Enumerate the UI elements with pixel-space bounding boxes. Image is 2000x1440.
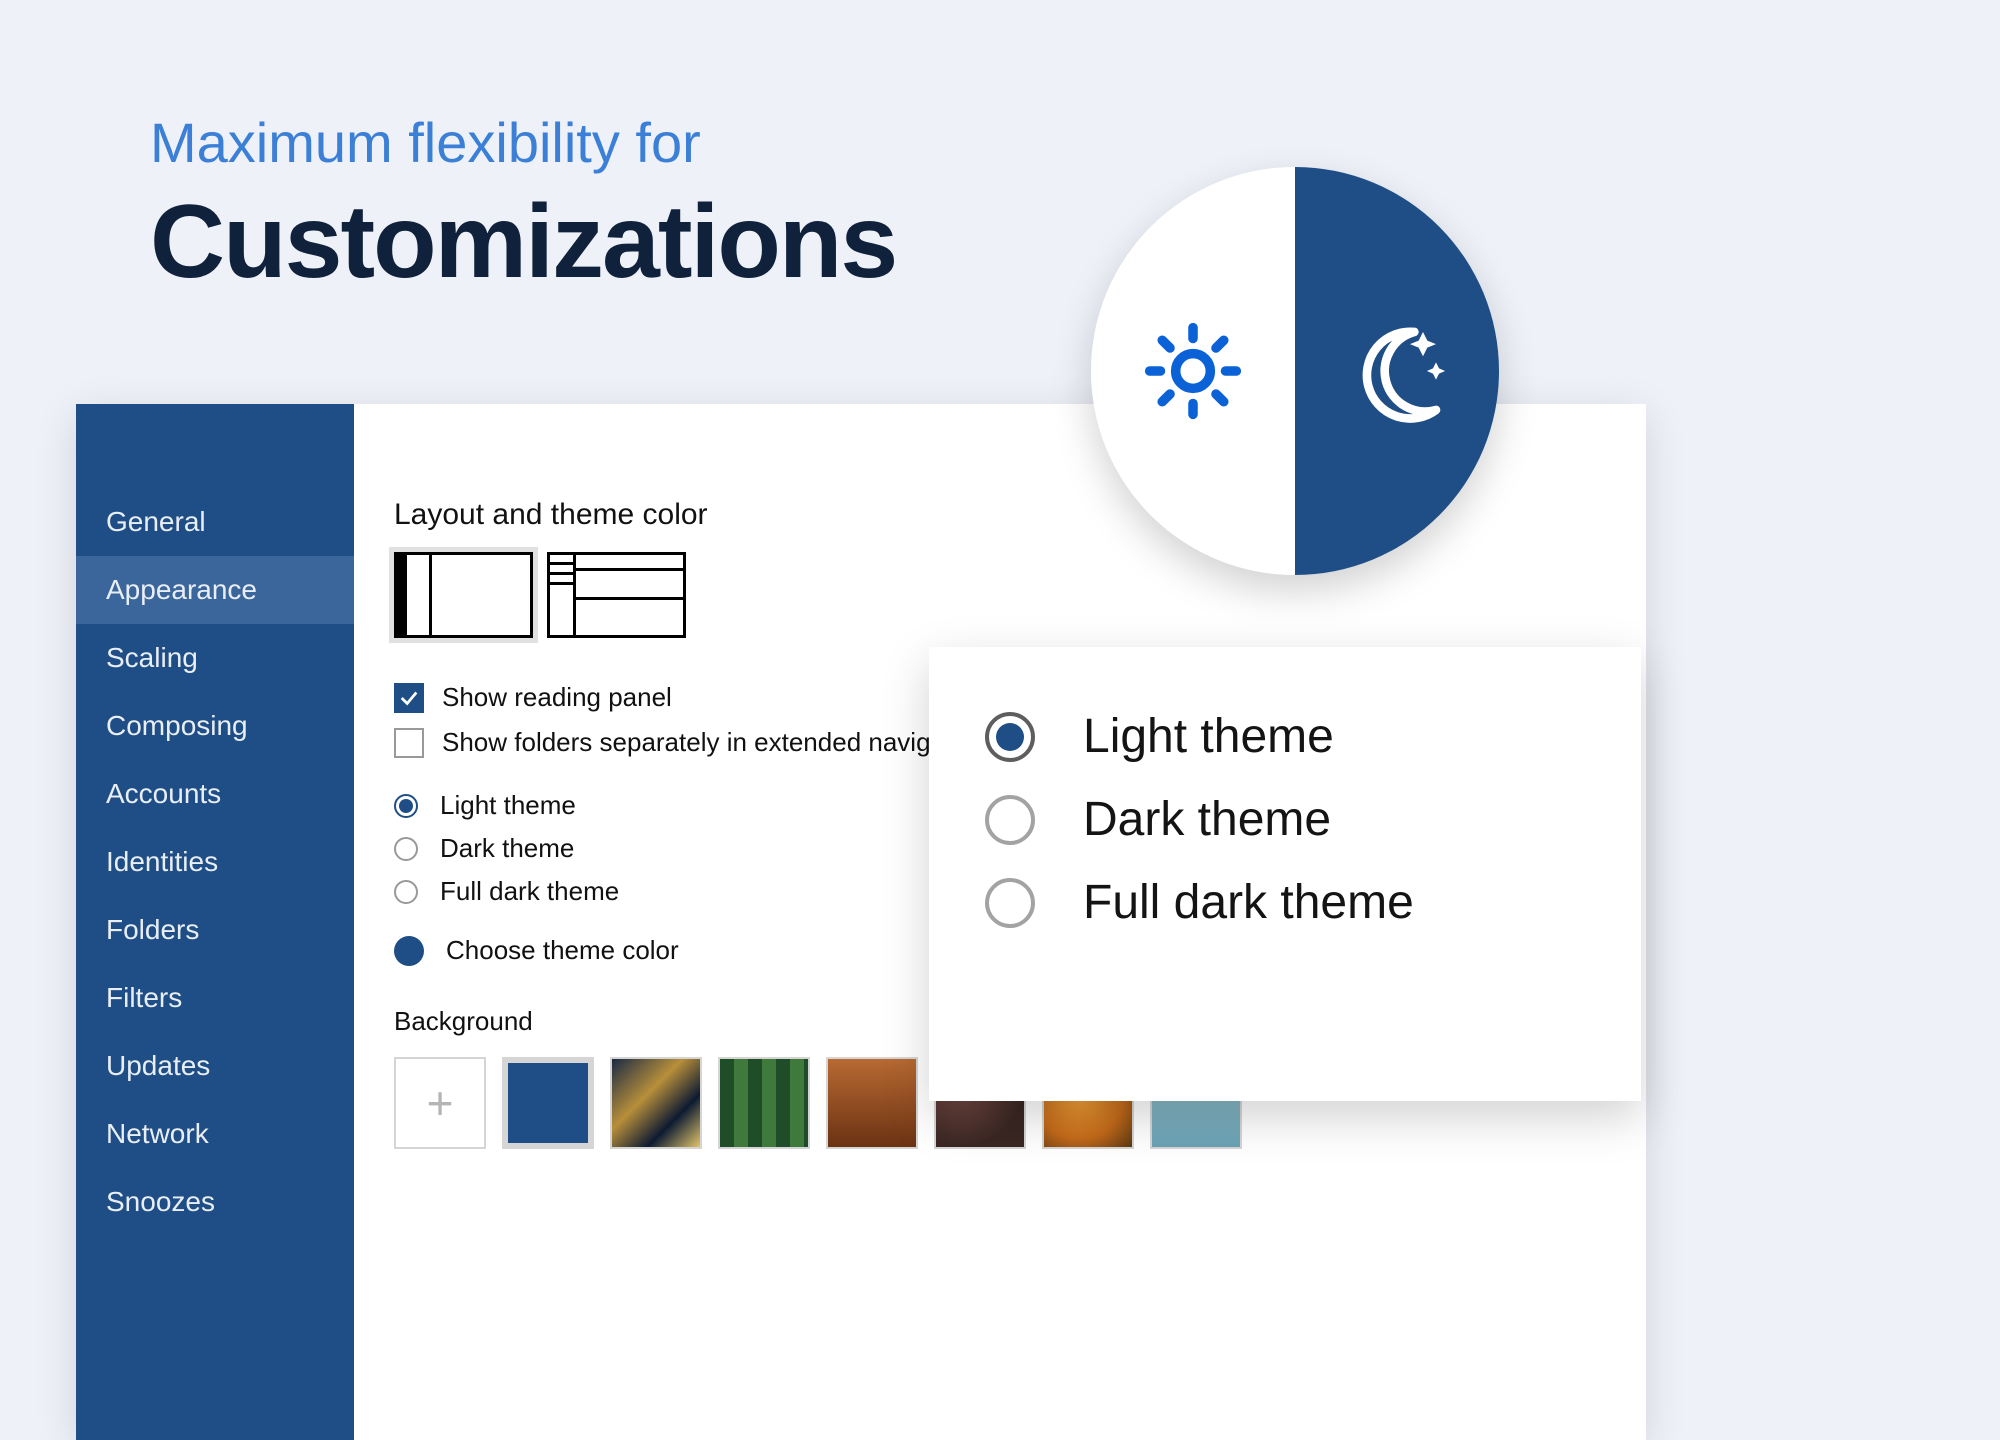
sidebar-item-updates[interactable]: Updates bbox=[76, 1032, 354, 1100]
background-add-button[interactable]: + bbox=[394, 1057, 486, 1149]
checkbox-label: Show reading panel bbox=[442, 682, 672, 713]
theme-selector-card: Light theme Dark theme Full dark theme bbox=[929, 647, 1641, 1101]
checkbox-icon bbox=[394, 683, 424, 713]
theme-mode-disc bbox=[1091, 167, 1499, 575]
radio-label: Dark theme bbox=[1083, 792, 1331, 847]
choose-color-label: Choose theme color bbox=[446, 935, 679, 966]
background-tile-sunset[interactable] bbox=[826, 1057, 918, 1149]
sidebar-item-snoozes[interactable]: Snoozes bbox=[76, 1168, 354, 1236]
radio-icon bbox=[394, 837, 418, 861]
sidebar-item-general[interactable]: General bbox=[76, 488, 354, 556]
radio-icon bbox=[394, 794, 418, 818]
hero-subtitle: Maximum flexibility for bbox=[150, 110, 896, 175]
radio-icon bbox=[985, 878, 1035, 928]
settings-sidebar: General Appearance Scaling Composing Acc… bbox=[76, 404, 354, 1440]
layout-preset-2[interactable] bbox=[547, 552, 686, 638]
hero-title: Customizations bbox=[150, 183, 896, 302]
color-swatch-icon bbox=[394, 936, 424, 966]
sun-icon bbox=[1141, 319, 1245, 423]
hero-header: Maximum flexibility for Customizations bbox=[150, 110, 896, 302]
checkbox-label: Show folders separately in extended navi… bbox=[442, 727, 958, 758]
sidebar-item-network[interactable]: Network bbox=[76, 1100, 354, 1168]
radio-label: Light theme bbox=[1083, 709, 1334, 764]
sidebar-item-accounts[interactable]: Accounts bbox=[76, 760, 354, 828]
radio-label: Full dark theme bbox=[440, 876, 619, 907]
radio-label: Dark theme bbox=[440, 833, 574, 864]
checkbox-icon bbox=[394, 728, 424, 758]
selector-radio-light[interactable]: Light theme bbox=[985, 709, 1585, 764]
selector-radio-full-dark[interactable]: Full dark theme bbox=[985, 875, 1585, 930]
radio-label: Light theme bbox=[440, 790, 576, 821]
radio-icon bbox=[985, 712, 1035, 762]
layout-preset-1[interactable] bbox=[394, 552, 533, 638]
sidebar-item-identities[interactable]: Identities bbox=[76, 828, 354, 896]
background-tile-mosaic[interactable] bbox=[610, 1057, 702, 1149]
moon-icon bbox=[1345, 319, 1449, 423]
sidebar-item-scaling[interactable]: Scaling bbox=[76, 624, 354, 692]
sidebar-item-folders[interactable]: Folders bbox=[76, 896, 354, 964]
radio-label: Full dark theme bbox=[1083, 875, 1414, 930]
sidebar-item-composing[interactable]: Composing bbox=[76, 692, 354, 760]
radio-icon bbox=[394, 880, 418, 904]
radio-icon bbox=[985, 795, 1035, 845]
selector-radio-dark[interactable]: Dark theme bbox=[985, 792, 1585, 847]
sidebar-item-appearance[interactable]: Appearance bbox=[76, 556, 354, 624]
sidebar-item-filters[interactable]: Filters bbox=[76, 964, 354, 1032]
background-tile-stripes[interactable] bbox=[718, 1057, 810, 1149]
layout-preset-row bbox=[394, 552, 1606, 638]
background-tile-solid[interactable] bbox=[502, 1057, 594, 1149]
